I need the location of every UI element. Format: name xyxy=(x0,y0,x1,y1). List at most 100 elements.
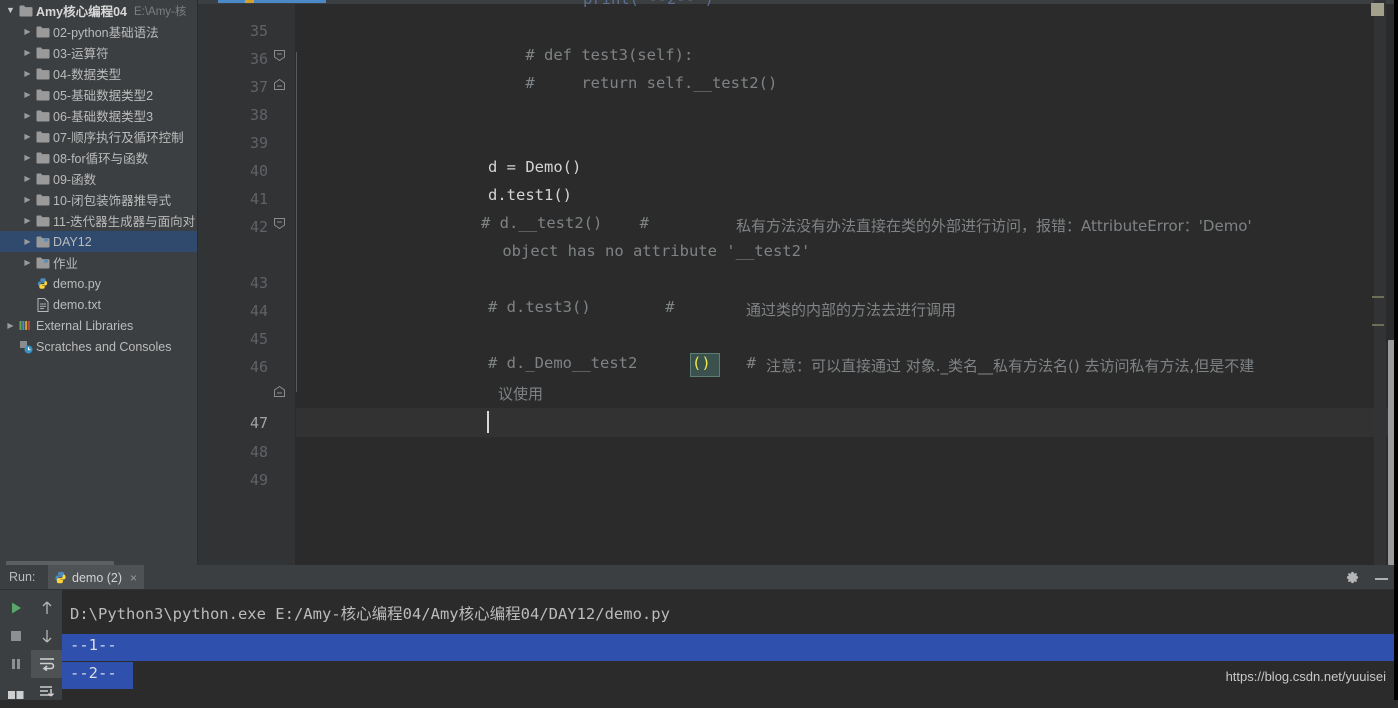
line-number: 40 xyxy=(249,162,268,180)
tree-item-label: demo.txt xyxy=(53,297,101,312)
scratches-icon xyxy=(17,340,34,354)
folder-icon xyxy=(34,131,51,143)
chevron-right-icon[interactable]: ▶ xyxy=(21,111,34,120)
run-tab-label: demo (2) xyxy=(72,570,123,585)
folder-icon xyxy=(34,194,51,206)
tree-item-label: Amy核心编程04 xyxy=(36,5,127,19)
chevron-right-icon[interactable]: ▶ xyxy=(21,258,34,267)
tree-item-demo-txt[interactable]: demo.txt xyxy=(0,294,198,315)
folder-icon xyxy=(34,47,51,59)
folder-icon xyxy=(34,26,51,38)
tree-item-external-libraries[interactable]: ▶ External Libraries xyxy=(0,315,198,336)
code-area[interactable]: 35 36 37 38 39 40 41 42 43 44 45 46 47 4… xyxy=(198,0,1398,565)
tree-item-label: 07-顺序执行及循环控制 xyxy=(53,131,184,145)
console-command: D:\Python3\python.exe E:/Amy-核心编程04/Amy核… xyxy=(70,605,670,623)
code-line-41: d.test1() xyxy=(488,186,572,204)
code-line-44-comment: 通过类的内部的方法去进行调用 xyxy=(746,301,957,319)
folder-icon xyxy=(34,89,51,101)
tree-item-02-python[interactable]: ▶ 02-python基础语法 xyxy=(0,21,198,42)
tree-item-09[interactable]: ▶ 09-函数 xyxy=(0,168,198,189)
tree-item-label: 10-闭包装饰器推导式 xyxy=(53,194,172,208)
tree-item-06-3[interactable]: ▶ 06-基础数据类型3 xyxy=(0,105,198,126)
chevron-right-icon[interactable]: ▶ xyxy=(21,195,34,204)
editor-marker-box[interactable] xyxy=(1371,3,1384,16)
pause-button[interactable] xyxy=(0,650,31,678)
line-number: 45 xyxy=(249,330,268,348)
fold-end-icon[interactable] xyxy=(274,79,285,90)
tree-item-demo-py[interactable]: demo.py xyxy=(0,273,198,294)
stop-button[interactable] xyxy=(0,622,31,650)
code-editor[interactable]: 35 36 37 38 39 40 41 42 43 44 45 46 47 4… xyxy=(198,0,1398,565)
chevron-right-icon[interactable]: ▶ xyxy=(4,321,17,330)
tree-item-path: E:\Amy-核 xyxy=(134,5,187,18)
chevron-down-icon[interactable]: ▼ xyxy=(4,6,17,15)
chevron-right-icon[interactable]: ▶ xyxy=(21,237,34,246)
tree-item-day12[interactable]: ▶ DAY12 xyxy=(0,231,198,252)
tree-item-10[interactable]: ▶ 10-闭包装饰器推导式 xyxy=(0,189,198,210)
python-icon xyxy=(54,571,67,584)
fold-end-icon[interactable] xyxy=(274,386,285,397)
layout-button[interactable] xyxy=(0,680,31,708)
folder-open-icon xyxy=(34,257,51,269)
project-tree-panel[interactable]: ▼ Amy核心编程04 E:\Amy-核 ▶ 02-python基础语法 ▶ 03-运算符 ▶… xyxy=(0,0,198,565)
chevron-right-icon[interactable]: ▶ xyxy=(21,153,34,162)
soft-wrap-button[interactable] xyxy=(31,650,62,678)
tree-item-label: 03-运算符 xyxy=(53,47,109,61)
watermark: https://blog.csdn.net/yuuisei xyxy=(1225,669,1386,684)
close-icon[interactable]: × xyxy=(130,571,137,585)
tree-item-label: demo.py xyxy=(53,276,101,291)
console-output[interactable]: D:\Python3\python.exe E:/Amy-核心编程04/Amy核… xyxy=(62,590,1398,700)
run-button[interactable] xyxy=(0,594,31,622)
code-line-46-code: # d._Demo__test2 xyxy=(488,354,638,372)
line-number-current: 47 xyxy=(249,414,268,432)
fold-collapse-icon[interactable] xyxy=(274,218,285,229)
tree-item-05-2[interactable]: ▶ 05-基础数据类型2 xyxy=(0,84,198,105)
run-toolbar-right[interactable] xyxy=(31,590,62,700)
tree-item-label: 05-基础数据类型2 xyxy=(53,89,154,103)
tree-item-label: 06-基础数据类型3 xyxy=(53,110,154,124)
editor-marker-stripe[interactable] xyxy=(1374,0,1386,565)
folder-icon xyxy=(34,173,51,185)
chevron-right-icon[interactable]: ▶ xyxy=(21,216,34,225)
chevron-right-icon[interactable]: ▶ xyxy=(21,174,34,183)
tree-item-03[interactable]: ▶ 03-运算符 xyxy=(0,42,198,63)
run-toolbar-left[interactable] xyxy=(0,590,31,700)
console-output-line-1: --1-- xyxy=(70,636,117,654)
tree-item-11[interactable]: ▶ 11-迭代器生成器与面向对 xyxy=(0,210,198,231)
tree-item-label: 11-迭代器生成器与面向对 xyxy=(53,215,196,229)
tree-item-label: Scratches and Consoles xyxy=(36,339,172,354)
fold-collapse-icon[interactable] xyxy=(274,50,285,61)
tree-item-scratches-and-consoles[interactable]: Scratches and Consoles xyxy=(0,336,198,357)
gear-icon[interactable] xyxy=(1345,570,1360,585)
scroll-to-end-button[interactable] xyxy=(31,678,62,706)
tree-item-label: 02-python基础语法 xyxy=(53,26,159,40)
minimize-icon[interactable] xyxy=(1375,578,1388,580)
run-panel-header: Run: demo (2) × xyxy=(0,565,1398,590)
chevron-right-icon[interactable]: ▶ xyxy=(21,48,34,57)
editor-change-marker xyxy=(1372,324,1384,326)
chevron-right-icon[interactable]: ▶ xyxy=(21,132,34,141)
tree-item-07[interactable]: ▶ 07-顺序执行及循环控制 xyxy=(0,126,198,147)
code-line-42-comment: 私有方法没有办法直接在类的外部进行访问，报错：AttributeError：'D… xyxy=(736,217,1252,235)
code-line-46-wrap: 议使用 xyxy=(498,385,544,403)
chevron-right-icon[interactable]: ▶ xyxy=(21,69,34,78)
text-caret xyxy=(487,411,489,433)
tree-item-04[interactable]: ▶ 04-数据类型 xyxy=(0,63,198,84)
matched-bracket-text: () xyxy=(692,354,711,372)
project-tree[interactable]: ▼ Amy核心编程04 E:\Amy-核 ▶ 02-python基础语法 ▶ 03-运算符 ▶… xyxy=(0,0,198,357)
tree-item-08-for[interactable]: ▶ 08-for循环与函数 xyxy=(0,147,198,168)
run-panel: Run: demo (2) × D:\Python3\python.exe E:… xyxy=(0,565,1398,700)
line-number: 42 xyxy=(249,218,268,236)
line-number: 48 xyxy=(249,443,268,461)
library-icon xyxy=(17,319,34,332)
run-tab-demo[interactable]: demo (2) × xyxy=(48,565,145,590)
folder-open-icon xyxy=(34,236,51,248)
chevron-right-icon[interactable]: ▶ xyxy=(21,90,34,99)
scroll-up-button[interactable] xyxy=(31,594,62,622)
tree-item-amy-04[interactable]: ▼ Amy核心编程04 E:\Amy-核 xyxy=(0,0,198,21)
tree-item-label: 08-for循环与函数 xyxy=(53,152,149,166)
tree-item-[interactable]: ▶ 作业 xyxy=(0,252,198,273)
scroll-down-button[interactable] xyxy=(31,622,62,650)
chevron-right-icon[interactable]: ▶ xyxy=(21,27,34,36)
run-label: Run: xyxy=(9,570,36,584)
